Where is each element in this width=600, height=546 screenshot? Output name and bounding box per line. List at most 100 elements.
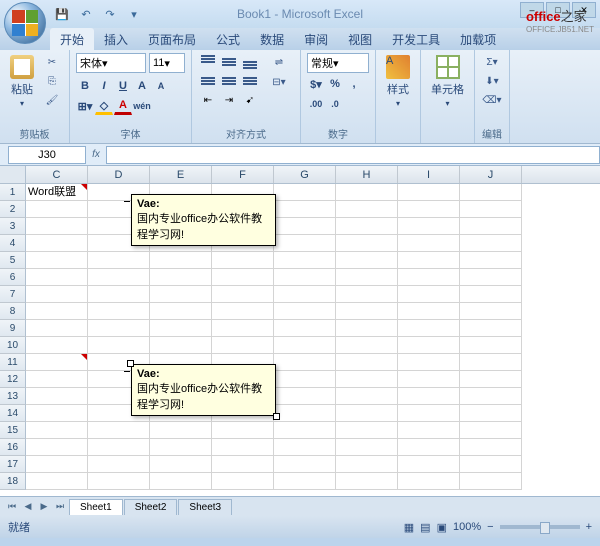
tab-formulas[interactable]: 公式: [206, 28, 250, 50]
tab-developer[interactable]: 开发工具: [382, 28, 450, 50]
cell[interactable]: [26, 337, 88, 354]
cell[interactable]: [460, 252, 522, 269]
cell[interactable]: [88, 456, 150, 473]
cell[interactable]: [150, 286, 212, 303]
cell[interactable]: [26, 439, 88, 456]
cell[interactable]: [398, 405, 460, 422]
comment-box[interactable]: Vae: 国内专业office办公软件教程学习网!: [131, 194, 276, 246]
sheet-tab[interactable]: Sheet3: [178, 499, 232, 515]
cell[interactable]: [26, 218, 88, 235]
row-header[interactable]: 5: [0, 252, 26, 269]
save-icon[interactable]: 💾: [52, 5, 72, 23]
underline-button[interactable]: U: [114, 77, 132, 95]
tab-page-layout[interactable]: 页面布局: [138, 28, 206, 50]
cell[interactable]: [460, 337, 522, 354]
tab-home[interactable]: 开始: [50, 28, 94, 50]
row-header[interactable]: 13: [0, 388, 26, 405]
increase-decimal-icon[interactable]: .00: [307, 95, 325, 113]
cell[interactable]: [398, 184, 460, 201]
cell[interactable]: [26, 235, 88, 252]
cell[interactable]: [26, 252, 88, 269]
cell[interactable]: [26, 405, 88, 422]
cell[interactable]: [212, 439, 274, 456]
cell[interactable]: [212, 456, 274, 473]
cell[interactable]: [336, 235, 398, 252]
align-center-icon[interactable]: [219, 72, 239, 90]
cell[interactable]: [460, 303, 522, 320]
cell[interactable]: [460, 354, 522, 371]
row-header[interactable]: 6: [0, 269, 26, 286]
cell[interactable]: [398, 388, 460, 405]
zoom-level[interactable]: 100%: [453, 521, 481, 533]
fx-button[interactable]: fx: [86, 149, 106, 160]
align-bottom-icon[interactable]: [240, 53, 260, 71]
cell[interactable]: [88, 422, 150, 439]
cell[interactable]: [274, 269, 336, 286]
cell[interactable]: [212, 422, 274, 439]
office-button[interactable]: [4, 2, 46, 44]
row-header[interactable]: 4: [0, 235, 26, 252]
cell[interactable]: [150, 303, 212, 320]
selection-handles[interactable]: [129, 362, 278, 418]
comment-box-selected[interactable]: Vae: 国内专业office办公软件教程学习网!: [131, 364, 276, 416]
cell[interactable]: [212, 303, 274, 320]
cell[interactable]: [150, 456, 212, 473]
sheet-nav-last-icon[interactable]: ⏭: [52, 501, 68, 512]
zoom-in-button[interactable]: +: [586, 521, 592, 533]
cell[interactable]: [274, 439, 336, 456]
clear-icon[interactable]: ⌫▾: [481, 91, 503, 109]
align-right-icon[interactable]: [240, 72, 260, 90]
cell[interactable]: [398, 422, 460, 439]
cell[interactable]: [26, 320, 88, 337]
orientation-icon[interactable]: ➹: [240, 91, 260, 109]
cell[interactable]: [336, 405, 398, 422]
cell[interactable]: [398, 439, 460, 456]
cell[interactable]: [336, 337, 398, 354]
col-header[interactable]: E: [150, 166, 212, 183]
format-painter-icon[interactable]: 🖌: [41, 91, 63, 109]
fill-color-button[interactable]: ◇: [95, 97, 113, 115]
row-header[interactable]: 18: [0, 473, 26, 490]
cell[interactable]: [460, 235, 522, 252]
cell[interactable]: [26, 456, 88, 473]
font-color-button[interactable]: A: [114, 97, 132, 115]
cell[interactable]: [336, 286, 398, 303]
number-format-select[interactable]: 常规 ▾: [307, 53, 369, 73]
col-header[interactable]: I: [398, 166, 460, 183]
cell[interactable]: [398, 337, 460, 354]
cell[interactable]: [336, 354, 398, 371]
row-header[interactable]: 17: [0, 456, 26, 473]
cell[interactable]: [398, 286, 460, 303]
cell[interactable]: [336, 218, 398, 235]
row-header[interactable]: 1: [0, 184, 26, 201]
copy-icon[interactable]: ⎘: [41, 72, 63, 90]
cell[interactable]: [460, 371, 522, 388]
cell[interactable]: Word联盟: [26, 184, 88, 201]
cell[interactable]: [88, 439, 150, 456]
percent-button[interactable]: %: [326, 75, 344, 93]
col-header[interactable]: C: [26, 166, 88, 183]
sheet-tab[interactable]: Sheet1: [69, 499, 123, 515]
cell[interactable]: [336, 252, 398, 269]
col-header[interactable]: H: [336, 166, 398, 183]
zoom-out-button[interactable]: −: [487, 521, 493, 533]
cell[interactable]: [212, 320, 274, 337]
cell[interactable]: [88, 252, 150, 269]
phonetic-button[interactable]: wén: [133, 97, 151, 115]
bold-button[interactable]: B: [76, 77, 94, 95]
sheet-nav-first-icon[interactable]: ⏮: [4, 501, 20, 512]
paste-button[interactable]: 粘贴▾: [6, 53, 38, 110]
cell[interactable]: [336, 371, 398, 388]
font-name-select[interactable]: 宋体 ▾: [76, 53, 146, 73]
view-layout-icon[interactable]: ▤: [420, 521, 430, 534]
indent-increase-icon[interactable]: ⇥: [219, 91, 239, 109]
font-size-select[interactable]: 11 ▾: [149, 53, 185, 73]
view-normal-icon[interactable]: ▦: [404, 521, 414, 534]
cell[interactable]: [274, 388, 336, 405]
cell[interactable]: [336, 184, 398, 201]
cell[interactable]: [460, 269, 522, 286]
cell[interactable]: [398, 354, 460, 371]
decrease-decimal-icon[interactable]: .0: [326, 95, 344, 113]
cell[interactable]: [212, 252, 274, 269]
cell[interactable]: [274, 337, 336, 354]
